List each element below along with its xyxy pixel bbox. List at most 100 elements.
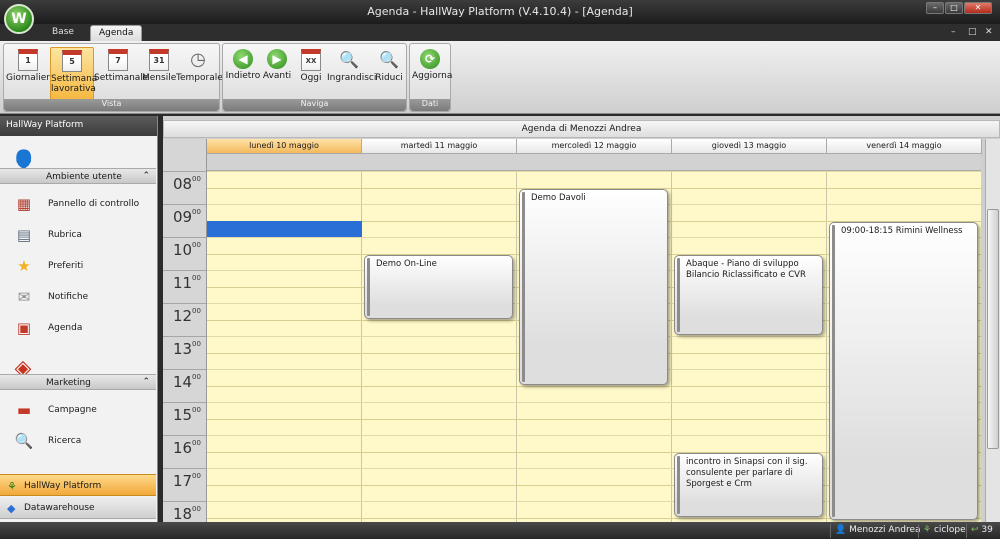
calendar-week-icon: 7 [108, 49, 128, 71]
section-ambiente-utente-label: Ambiente utente [46, 172, 122, 182]
nav-item-label: Pannello di controllo [48, 199, 140, 209]
collapse-chevron-icon[interactable]: ⌃ [142, 377, 150, 387]
hour-minutes: 00 [192, 505, 201, 513]
nav-item-ricerca[interactable]: 🔍 Ricerca [0, 426, 156, 456]
dati-group-label: Dati [410, 99, 450, 111]
title-bar: Agenda - HallWay Platform (V.4.10.4) - [… [0, 0, 1000, 24]
agenda-calendar: Agenda di Menozzi Andrea 08 00 09 00 10 00 11 0… [163, 116, 1000, 522]
server-icon: ⚘ [923, 525, 932, 535]
day-header[interactable]: giovedì 13 maggio [672, 139, 827, 154]
hour-number: 12 [173, 307, 193, 325]
nav-item-campagne[interactable]: ▬ Campagne [0, 395, 156, 425]
agenda-calendar-icon: ▣ [16, 319, 32, 337]
appointment[interactable]: Demo On-Line [364, 254, 513, 319]
today-calendar-icon: XX [301, 49, 321, 71]
hour-minutes: 00 [192, 274, 201, 282]
hour-minutes: 00 [192, 175, 201, 183]
time-ruler: 08 00 09 00 10 00 11 00 12 00 13 00 14 00 15 00 16 00 17 00… [163, 139, 207, 522]
mdi-close-icon[interactable]: ✕ [985, 27, 993, 37]
appointment[interactable]: Abaque - Piano di sviluppo Bilancio Ricl… [674, 254, 823, 335]
appointment[interactable]: 09:00-18:15 Rimini Wellness [829, 221, 978, 520]
aggiorna-button[interactable]: ⟳ Aggiorna [412, 47, 452, 99]
hour-number: 16 [173, 439, 193, 457]
status-count-value: 39 [981, 525, 993, 535]
nav-pane-hallway-platform[interactable]: ⚘ HallWay Platform [0, 474, 156, 496]
status-user: 👤 Menozzi Andrea [830, 524, 925, 538]
hour-minutes: 00 [192, 307, 201, 315]
ingrandisci-button[interactable]: 🔍 Ingrandisci [327, 47, 376, 99]
scrollbar-thumb[interactable] [987, 209, 999, 449]
close-button[interactable]: ✕ [964, 2, 992, 14]
oggi-button[interactable]: XX Oggi [295, 47, 327, 99]
all-day-area[interactable] [207, 154, 981, 171]
nav-item-label: Agenda [48, 323, 83, 333]
mdi-minimize-icon[interactable]: – [951, 27, 956, 37]
window-title: Agenda - HallWay Platform (V.4.10.4) - [… [367, 5, 633, 18]
nav-item-agenda[interactable]: ▣ Agenda [0, 313, 156, 343]
day-header[interactable]: venerdì 14 maggio [827, 139, 982, 154]
search-icon: 🔍 [14, 432, 34, 450]
address-book-icon: ▤ [16, 226, 32, 244]
settimana-lavorativa-button[interactable]: 5 Settimana lavorativa [50, 47, 97, 100]
mdi-restore-icon[interactable]: □ [968, 27, 977, 37]
calendar-month-icon: 31 [149, 49, 169, 71]
nav-header: HallWay Platform [0, 116, 157, 136]
day-column[interactable] [362, 171, 517, 522]
star-icon: ★ [17, 257, 31, 275]
hour-label: 11 00 [163, 270, 206, 303]
day-header[interactable]: lunedì 10 maggio [207, 139, 362, 154]
avanti-button[interactable]: ▶ Avanti [261, 47, 293, 99]
hour-label: 14 00 [163, 369, 206, 402]
mensile-button[interactable]: 31 Mensile [142, 47, 176, 99]
indietro-label: Indietro [225, 71, 261, 81]
hour-label: 18 00 [163, 501, 206, 522]
half-hour-line [207, 171, 981, 172]
selected-time-slot[interactable] [207, 220, 362, 237]
nav-item-preferiti[interactable]: ★ Preferiti [0, 251, 156, 281]
zoom-in-icon: 🔍 [339, 50, 359, 69]
tab-agenda[interactable]: Agenda [90, 25, 143, 41]
section-marketing[interactable]: Marketing ⌃ [0, 374, 156, 390]
calendar-grid[interactable]: Demo On-Line Demo Davoli Abaque - Piano di… [207, 171, 981, 522]
naviga-group-label: Naviga [223, 99, 406, 111]
app-logo-icon[interactable]: W [4, 4, 34, 34]
maximize-button[interactable]: □ [945, 2, 963, 14]
minimize-button[interactable]: – [926, 2, 944, 14]
indietro-button[interactable]: ◀ Indietro [225, 47, 261, 99]
collapse-chevron-icon[interactable]: ⌃ [142, 171, 150, 181]
vertical-scrollbar[interactable] [985, 139, 1000, 522]
settimana-lavorativa-label-line2: lavorativa [51, 84, 96, 94]
nav-item-label: Notifiche [48, 292, 89, 302]
status-bar: 👤 Menozzi Andrea ⚘ ciclope ↩ 39 [0, 522, 1000, 539]
appointment[interactable]: Demo Davoli [519, 188, 668, 385]
section-ambiente-utente[interactable]: Ambiente utente ⌃ [0, 168, 156, 184]
nav-pane-datawarehouse[interactable]: ◆ Datawarehouse [0, 497, 156, 519]
ribbon-group-naviga: ◀ Indietro ▶ Avanti XX Oggi 🔍 Ingrandisc… [222, 43, 407, 112]
nav-item-label: Preferiti [48, 261, 84, 271]
ribbon: 1 Giornaliera 5 Settimana lavorativa 7 S… [0, 41, 1000, 114]
hallway-platform-icon: ⚘ [7, 480, 17, 493]
nav-item-pannello-di-controllo[interactable]: ▦ Pannello di controllo [0, 189, 156, 219]
clock-icon: ◷ [190, 49, 206, 70]
giornaliera-button[interactable]: 1 Giornaliera [6, 47, 56, 99]
calendar-day-icon: 1 [18, 49, 38, 71]
day-header[interactable]: mercoledì 12 maggio [517, 139, 672, 154]
riduci-label: Riduci [375, 73, 403, 83]
nav-item-notifiche[interactable]: ✉ Notifiche [0, 282, 156, 312]
ribbon-tab-strip: Base Agenda – □ ✕ [0, 24, 1000, 41]
day-header[interactable]: martedì 11 maggio [362, 139, 517, 154]
hour-label: 13 00 [163, 336, 206, 369]
temporale-button[interactable]: ◷ Temporale [176, 47, 223, 99]
nav-item-rubrica[interactable]: ▤ Rubrica [0, 220, 156, 250]
hour-number: 08 [173, 175, 193, 193]
appointment[interactable]: incontro in Sinapsi con il sig. consulen… [674, 452, 823, 517]
nav-item-label: Ricerca [48, 436, 82, 446]
settimanale-button[interactable]: 7 Settimanale [94, 47, 148, 99]
status-count: ↩ 39 [966, 524, 997, 538]
hour-number: 17 [173, 472, 193, 490]
control-panel-icon: ▦ [16, 195, 32, 213]
ingrandisci-label: Ingrandisci [327, 73, 377, 83]
riduci-button[interactable]: 🔍 Riduci [373, 47, 405, 99]
tab-base[interactable]: Base [44, 25, 82, 41]
hour-number: 18 [173, 505, 193, 522]
